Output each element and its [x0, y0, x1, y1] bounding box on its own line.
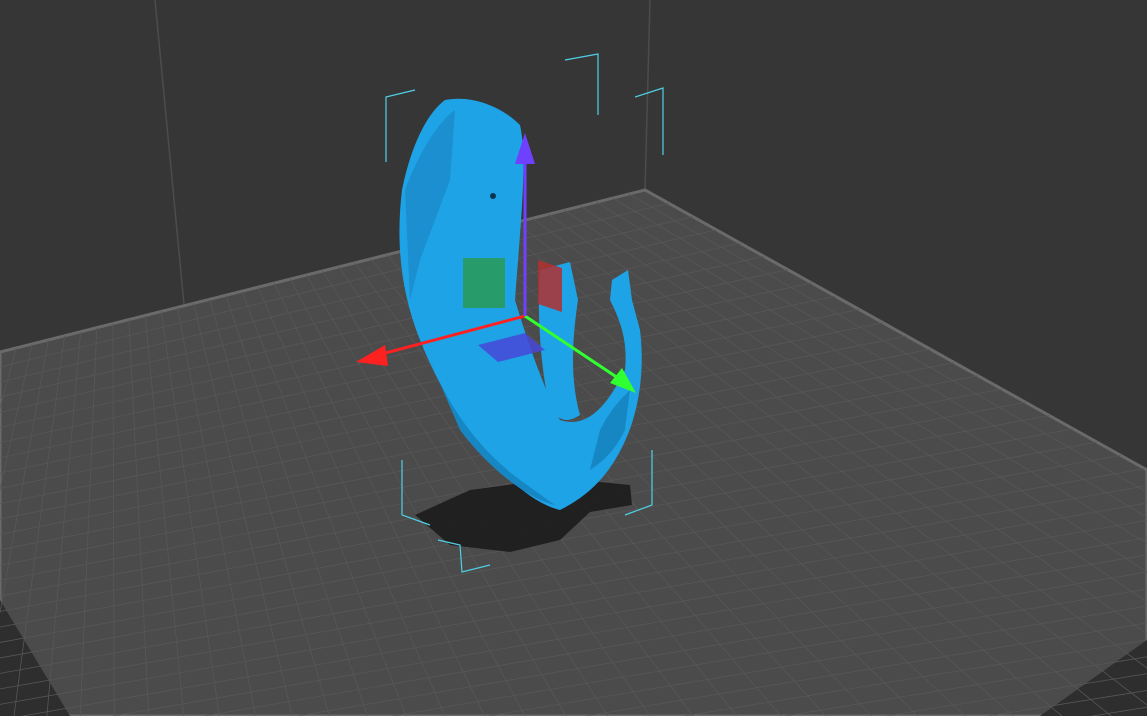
3d-viewport[interactable] — [0, 0, 1147, 716]
build-volume-edge — [154, 0, 186, 316]
plane-handle-xz[interactable] — [463, 258, 505, 308]
build-volume-edge — [644, 0, 651, 191]
plane-handle-yz[interactable] — [538, 260, 562, 312]
